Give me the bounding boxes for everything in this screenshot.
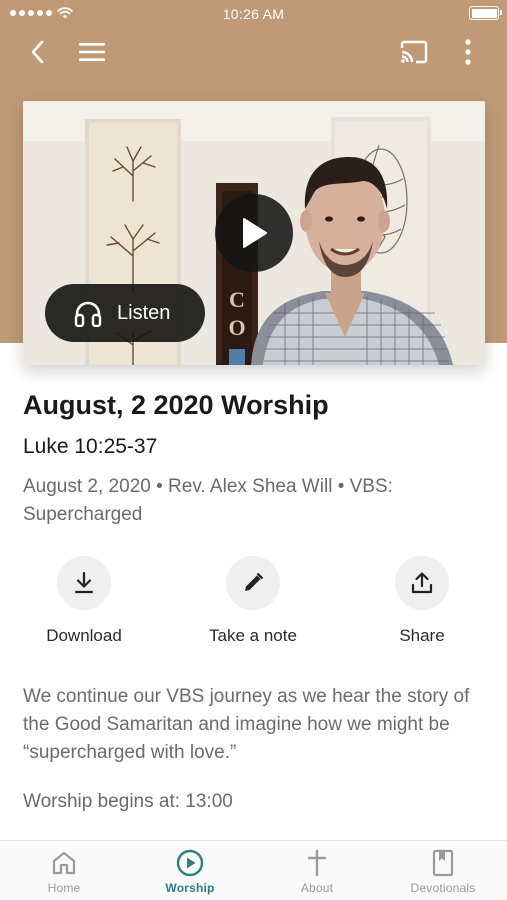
back-chevron-icon xyxy=(31,40,44,64)
sermon-title: August, 2 2020 Worship xyxy=(23,390,329,420)
tab-home-label: Home xyxy=(47,881,81,895)
sermon-scripture: Luke 10:25-37 xyxy=(23,435,158,458)
battery-icon xyxy=(469,6,502,20)
cross-icon xyxy=(307,849,327,877)
tab-devotionals-label: Devotionals xyxy=(410,881,476,895)
home-icon xyxy=(52,851,76,875)
play-circle-icon xyxy=(176,849,204,877)
more-vertical-icon xyxy=(465,39,471,65)
take-note-circle xyxy=(226,556,280,610)
download-icon xyxy=(74,571,94,594)
bookmark-book-icon xyxy=(432,849,454,877)
tab-worship[interactable]: Worship xyxy=(127,841,253,900)
share-icon xyxy=(411,572,433,594)
status-bar: 10:26 AM xyxy=(0,0,507,28)
bottom-tab-bar: Home Worship About Devotionals xyxy=(0,840,507,900)
download-label: Download xyxy=(46,626,122,645)
svg-text:O: O xyxy=(228,315,245,340)
listen-label: Listen xyxy=(117,301,171,324)
take-note-label: Take a note xyxy=(209,626,297,645)
tab-worship-label: Worship xyxy=(165,881,215,895)
svg-text:C: C xyxy=(229,287,245,312)
tab-about[interactable]: About xyxy=(254,841,380,900)
tab-home[interactable]: Home xyxy=(1,841,127,900)
share-circle xyxy=(395,556,449,610)
sermon-meta: August 2, 2020 • Rev. Alex Shea Will • V… xyxy=(23,476,393,525)
tab-about-label: About xyxy=(300,881,334,895)
download-circle xyxy=(57,556,111,610)
video-player[interactable]: C O Listen xyxy=(23,101,485,365)
pencil-icon xyxy=(245,573,263,591)
worship-start-time: Worship begins at: 13:00 xyxy=(23,791,233,812)
headphones-icon xyxy=(74,301,102,327)
status-time: 10:26 AM xyxy=(222,6,285,22)
back-button[interactable] xyxy=(20,34,56,70)
tab-devotionals[interactable]: Devotionals xyxy=(380,841,506,900)
hamburger-menu-icon xyxy=(79,43,105,61)
cast-button[interactable] xyxy=(396,34,432,70)
share-button[interactable]: Share xyxy=(347,556,497,646)
sermon-description: We continue our VBS journey as we hear t… xyxy=(23,686,470,763)
more-options-button[interactable] xyxy=(450,34,486,70)
play-button[interactable] xyxy=(215,194,293,272)
download-button[interactable]: Download xyxy=(9,556,159,646)
listen-button[interactable]: Listen xyxy=(45,284,205,342)
take-note-button[interactable]: Take a note xyxy=(178,556,328,646)
menu-button[interactable] xyxy=(74,34,110,70)
play-icon xyxy=(243,218,267,248)
cast-icon xyxy=(400,40,428,64)
action-row: Download Take a note Share xyxy=(0,556,507,646)
share-label: Share xyxy=(399,626,445,645)
